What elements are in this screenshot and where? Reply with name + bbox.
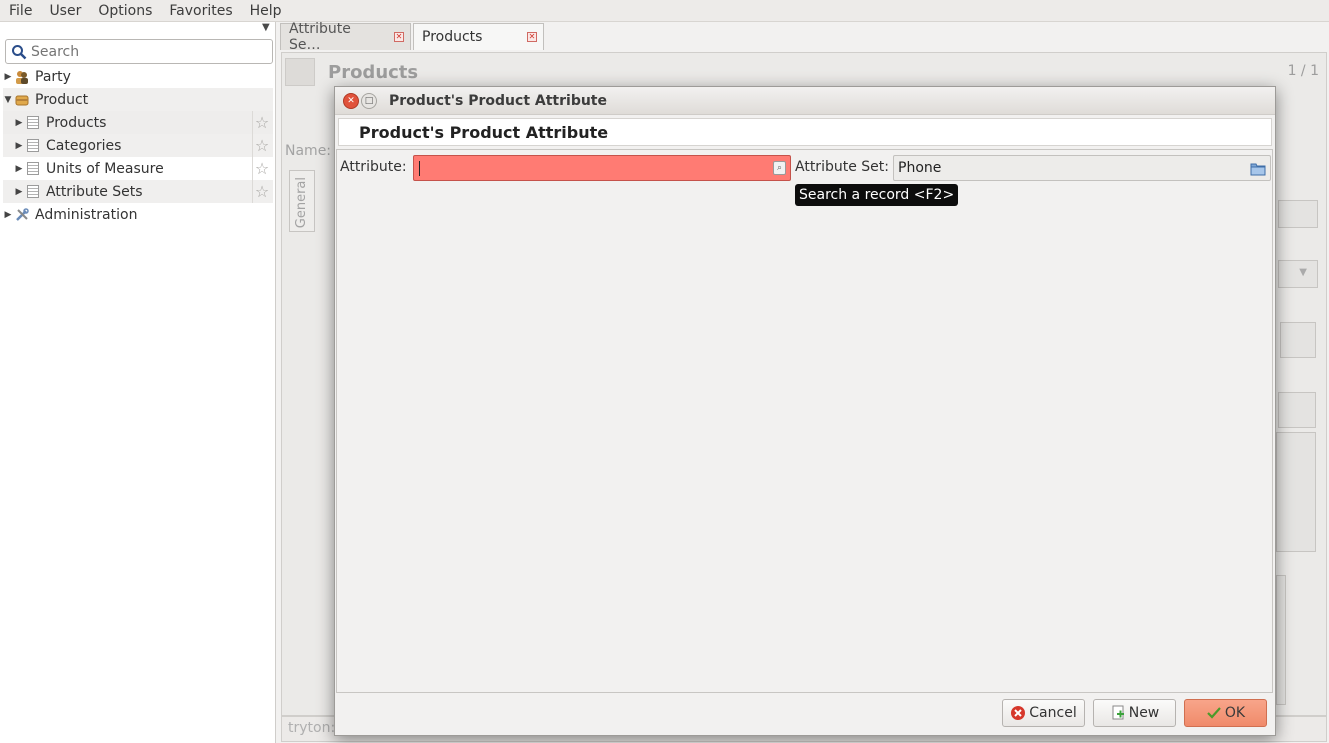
menu-favorites[interactable]: Favorites [160, 3, 240, 19]
checkmark-icon [1206, 706, 1222, 720]
search-input[interactable] [31, 43, 261, 60]
expander-right-icon[interactable]: ▶ [14, 118, 24, 128]
sidebar-search[interactable] [5, 39, 273, 64]
tree-list-icon [24, 138, 42, 154]
tab-general-label: General [294, 177, 309, 229]
bg-name-label: Name: [285, 143, 332, 159]
bg-toolbar-icon [285, 58, 315, 86]
favorite-star-icon[interactable]: ☆ [253, 159, 271, 178]
bg-expand-icon [1278, 392, 1316, 428]
tab-attribute-sets[interactable]: Attribute Se… ✕ [280, 21, 411, 53]
window-close-icon[interactable]: ✕ [343, 92, 359, 109]
text-cursor [419, 161, 420, 176]
sidebar-item-product[interactable]: ▼ Product [3, 88, 273, 111]
sidebar-item-units-of-measure[interactable]: ▶ Units of Measure ☆ [3, 157, 273, 180]
bg-expand-icon [1280, 322, 1316, 358]
sidebar-item-attribute-sets[interactable]: ▶ Attribute Sets ☆ [3, 180, 273, 203]
sidebar-item-label: Party [35, 68, 71, 85]
product-attribute-dialog: ✕ □ Product's Product Attribute Product'… [334, 86, 1276, 736]
favorite-star-icon[interactable]: ☆ [253, 136, 271, 155]
ok-label: OK [1224, 705, 1246, 721]
search-icon [9, 42, 29, 62]
status-text: tryton: [288, 720, 336, 736]
sidebar-item-label: Administration [35, 206, 138, 223]
attribute-label: Attribute: [340, 159, 407, 175]
cancel-label: Cancel [1029, 705, 1077, 721]
menu-bar: File User Options Favorites Help [0, 0, 1329, 22]
cancel-icon [1010, 705, 1026, 721]
menu-tree: ▶ Party ▼ Product ▶ Products ☆ ▶ Categor… [3, 65, 273, 226]
sidebar-item-party[interactable]: ▶ Party [3, 65, 273, 88]
sidebar-item-label: Attribute Sets [46, 183, 143, 200]
window-maximize-icon[interactable]: □ [361, 92, 377, 109]
page-title: Products [328, 62, 419, 83]
sidebar-item-label: Products [46, 114, 107, 131]
list-icon [24, 161, 42, 177]
menu-options[interactable]: Options [89, 3, 160, 19]
list-icon [24, 184, 42, 200]
attribute-field[interactable]: ⌕ [413, 155, 791, 181]
favorite-star-icon[interactable]: ☆ [253, 113, 271, 132]
cancel-button[interactable]: Cancel [1002, 699, 1085, 727]
dialog-header: Product's Product Attribute [338, 118, 1272, 146]
sidebar: ▼ ▶ Party ▼ Product ▶ Products ☆ [0, 22, 276, 743]
bg-list-right [1276, 432, 1316, 552]
dialog-titlebar: ✕ □ Product's Product Attribute [335, 87, 1275, 115]
bg-field-right [1278, 200, 1318, 228]
close-tab-icon[interactable]: ✕ [527, 32, 537, 42]
sidebar-item-categories[interactable]: ▶ Categories ☆ [3, 134, 273, 157]
favorite-star-icon[interactable]: ☆ [253, 182, 271, 201]
tooltip: Search a record <F2> [795, 184, 959, 206]
menu-help[interactable]: Help [241, 3, 290, 19]
sidebar-item-label: Product [35, 91, 89, 108]
open-folder-icon[interactable] [1250, 160, 1266, 176]
new-button[interactable]: New [1093, 699, 1176, 727]
tab-general[interactable]: General [289, 170, 315, 232]
expander-right-icon[interactable]: ▶ [14, 164, 24, 174]
tab-label: Attribute Se… [289, 21, 351, 53]
ok-button[interactable]: OK [1184, 699, 1267, 727]
party-icon [13, 69, 31, 85]
expander-right-icon[interactable]: ▶ [3, 210, 13, 220]
tools-icon [13, 207, 31, 223]
search-record-icon[interactable]: ⌕ [773, 161, 786, 175]
attribute-set-label: Attribute Set: [795, 159, 889, 175]
tab-bar: Attribute Se… ✕ Products ✕ [280, 21, 546, 53]
expander-down-icon[interactable]: ▼ [3, 95, 13, 105]
bg-dropdown-right: ▼ [1278, 260, 1318, 288]
new-document-icon [1110, 705, 1126, 721]
expander-right-icon[interactable]: ▶ [14, 141, 24, 151]
menu-file[interactable]: File [0, 3, 40, 19]
menu-user[interactable]: User [40, 3, 89, 19]
sidebar-item-products[interactable]: ▶ Products ☆ [3, 111, 273, 134]
sidebar-menu-arrow-icon[interactable]: ▼ [262, 22, 270, 33]
bg-description-right [1276, 575, 1286, 705]
sidebar-item-label: Categories [46, 137, 122, 154]
expander-right-icon[interactable]: ▶ [3, 72, 13, 82]
dialog-form: Attribute: ⌕ Attribute Set: Phone Search… [336, 149, 1273, 693]
new-label: New [1128, 705, 1160, 721]
sidebar-item-administration[interactable]: ▶ Administration [3, 203, 273, 226]
tab-label: Products [422, 29, 483, 45]
dialog-window-title: Product's Product Attribute [389, 92, 607, 109]
expander-right-icon[interactable]: ▶ [14, 187, 24, 197]
attribute-set-value: Phone [898, 160, 942, 176]
record-pager: 1 / 1 [1287, 63, 1319, 79]
attribute-set-field[interactable]: Phone [893, 155, 1271, 181]
tab-products[interactable]: Products ✕ [413, 23, 544, 50]
product-icon [13, 92, 31, 108]
sidebar-item-label: Units of Measure [46, 160, 164, 177]
close-tab-icon[interactable]: ✕ [394, 32, 404, 42]
list-icon [24, 115, 42, 131]
